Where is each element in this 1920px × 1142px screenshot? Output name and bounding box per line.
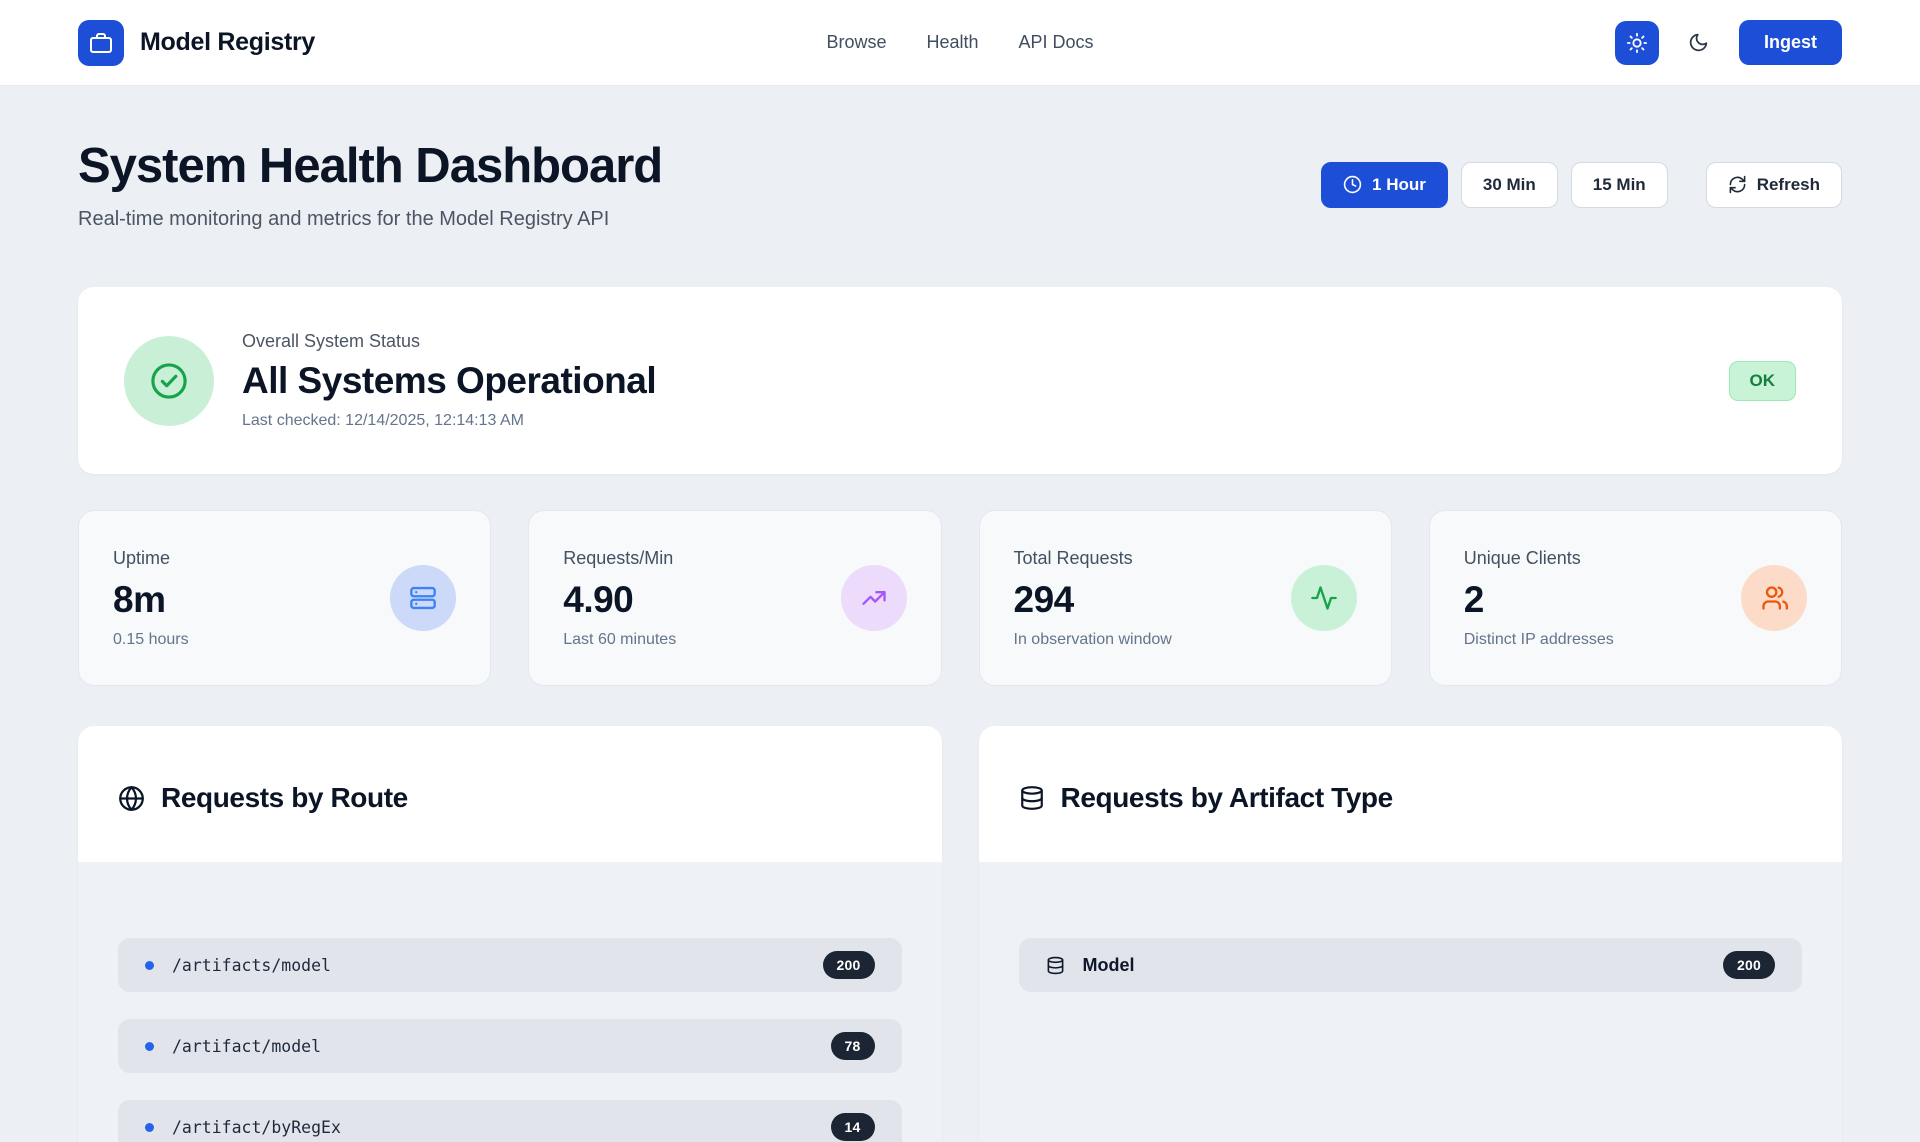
- metric-sublabel: 0.15 hours: [113, 631, 189, 649]
- metric-label: Total Requests: [1014, 548, 1172, 569]
- brand[interactable]: Model Registry: [78, 20, 315, 66]
- users-icon: [1741, 565, 1807, 631]
- main-content: System Health Dashboard Real-time monito…: [0, 138, 1920, 1142]
- route-row[interactable]: /artifact/byRegEx 14: [118, 1100, 902, 1142]
- route-path: /artifact/model: [172, 1037, 321, 1056]
- brand-name: Model Registry: [140, 28, 315, 57]
- route-count-badge: 200: [823, 951, 875, 979]
- status-badge: OK: [1729, 361, 1797, 401]
- artifact-type-label: Model: [1083, 955, 1135, 976]
- status-last-checked: Last checked: 12/14/2025, 12:14:13 AM: [242, 412, 656, 430]
- time-range-30-min[interactable]: 30 Min: [1461, 162, 1558, 208]
- nav-link-api-docs[interactable]: API Docs: [1019, 32, 1094, 53]
- page-title: System Health Dashboard: [78, 138, 662, 194]
- bullet-dot-icon: [145, 1123, 154, 1132]
- time-range-15-min[interactable]: 15 Min: [1571, 162, 1668, 208]
- status-value: All Systems Operational: [242, 360, 656, 402]
- route-row[interactable]: /artifact/model 78: [118, 1019, 902, 1073]
- check-circle-icon: [148, 360, 190, 402]
- nav-actions: Ingest: [1615, 20, 1842, 65]
- artifact-type-list: Model 200: [979, 862, 1843, 1142]
- time-range-label: 30 Min: [1483, 175, 1536, 195]
- requests-by-route-panel: Requests by Route /artifacts/model 200 /…: [78, 726, 942, 1142]
- metric-value: 2: [1464, 579, 1614, 621]
- route-count-badge: 78: [831, 1032, 875, 1060]
- top-navbar: Model Registry Browse Health API Docs In…: [0, 0, 1920, 86]
- nav-link-health[interactable]: Health: [926, 32, 978, 53]
- metric-sublabel: In observation window: [1014, 631, 1172, 649]
- time-range-controls: 1 Hour 30 Min 15 Min Refresh: [1321, 162, 1842, 208]
- time-range-label: 15 Min: [1593, 175, 1646, 195]
- metric-card-unique-clients: Unique Clients 2 Distinct IP addresses: [1429, 510, 1842, 686]
- refresh-button[interactable]: Refresh: [1706, 162, 1842, 208]
- routes-list: /artifacts/model 200 /artifact/model 78 …: [78, 862, 942, 1142]
- panel-title: Requests by Artifact Type: [1061, 782, 1393, 814]
- route-path: /artifacts/model: [172, 956, 331, 975]
- metric-card-total-requests: Total Requests 294 In observation window: [979, 510, 1392, 686]
- database-icon: [1019, 785, 1045, 811]
- time-range-label: 1 Hour: [1372, 175, 1426, 195]
- ingest-button[interactable]: Ingest: [1739, 20, 1842, 65]
- bullet-dot-icon: [145, 961, 154, 970]
- metric-sublabel: Last 60 minutes: [563, 631, 676, 649]
- light-theme-button[interactable]: [1615, 21, 1659, 65]
- bottom-panels: Requests by Route /artifacts/model 200 /…: [78, 726, 1842, 1142]
- metric-value: 4.90: [563, 579, 676, 621]
- bullet-dot-icon: [145, 1042, 154, 1051]
- metric-label: Uptime: [113, 548, 189, 569]
- sun-icon: [1626, 32, 1648, 54]
- nav-links: Browse Health API Docs: [826, 32, 1093, 53]
- page-subtitle: Real-time monitoring and metrics for the…: [78, 208, 662, 231]
- moon-icon: [1688, 32, 1709, 53]
- metric-value: 8m: [113, 579, 189, 621]
- panel-title: Requests by Route: [161, 782, 408, 814]
- app-logo: [78, 20, 124, 66]
- metric-card-requests-per-min: Requests/Min 4.90 Last 60 minutes: [528, 510, 941, 686]
- activity-icon: [1291, 565, 1357, 631]
- globe-icon: [118, 785, 145, 812]
- database-icon: [1046, 956, 1065, 975]
- refresh-icon: [1728, 175, 1747, 194]
- route-count-badge: 14: [831, 1113, 875, 1141]
- nav-link-browse[interactable]: Browse: [826, 32, 886, 53]
- briefcase-icon: [89, 31, 113, 55]
- system-status-card: Overall System Status All Systems Operat…: [78, 287, 1842, 474]
- clock-icon: [1343, 175, 1362, 194]
- server-icon: [390, 565, 456, 631]
- refresh-label: Refresh: [1757, 175, 1820, 195]
- route-path: /artifact/byRegEx: [172, 1118, 341, 1137]
- status-icon-circle: [124, 336, 214, 426]
- trending-up-icon: [841, 565, 907, 631]
- route-row[interactable]: /artifacts/model 200: [118, 938, 902, 992]
- panel-header: Requests by Artifact Type: [979, 726, 1843, 862]
- metric-sublabel: Distinct IP addresses: [1464, 631, 1614, 649]
- artifact-type-row[interactable]: Model 200: [1019, 938, 1803, 992]
- status-label: Overall System Status: [242, 331, 656, 352]
- dark-theme-button[interactable]: [1679, 23, 1719, 63]
- artifact-count-badge: 200: [1723, 951, 1775, 979]
- metric-cards: Uptime 8m 0.15 hours Requests/Min 4.90 L…: [78, 510, 1842, 686]
- time-range-1-hour[interactable]: 1 Hour: [1321, 162, 1448, 208]
- page-header: System Health Dashboard Real-time monito…: [78, 138, 1842, 231]
- panel-header: Requests by Route: [78, 726, 942, 862]
- requests-by-artifact-type-panel: Requests by Artifact Type Model: [979, 726, 1843, 1142]
- metric-label: Unique Clients: [1464, 548, 1614, 569]
- metric-card-uptime: Uptime 8m 0.15 hours: [78, 510, 491, 686]
- metric-label: Requests/Min: [563, 548, 676, 569]
- metric-value: 294: [1014, 579, 1172, 621]
